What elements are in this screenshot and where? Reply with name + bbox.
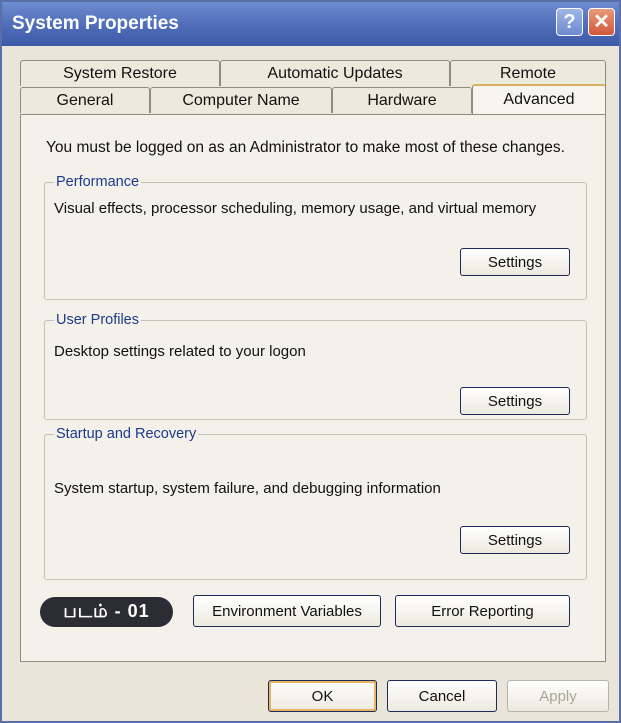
environment-variables-button[interactable]: Environment Variables xyxy=(193,595,381,627)
tab-computer-name[interactable]: Computer Name xyxy=(150,87,332,113)
startup-recovery-description: System startup, system failure, and debu… xyxy=(54,480,441,497)
performance-settings-button[interactable]: Settings xyxy=(460,248,570,276)
help-button[interactable]: ? xyxy=(556,8,583,36)
tab-label: Hardware xyxy=(367,91,437,109)
tab-label: General xyxy=(56,91,114,109)
tab-label: Automatic Updates xyxy=(267,64,403,82)
tab-label: Advanced xyxy=(503,91,575,108)
help-icon: ? xyxy=(563,11,576,33)
button-label: Cancel xyxy=(418,687,466,705)
tab-hardware[interactable]: Hardware xyxy=(332,87,472,113)
cancel-button[interactable]: Cancel xyxy=(387,680,497,712)
startup-recovery-settings-button[interactable]: Settings xyxy=(460,526,570,554)
tab-system-restore[interactable]: System Restore xyxy=(20,60,220,86)
close-button[interactable]: ✕ xyxy=(588,8,615,36)
startup-recovery-group xyxy=(44,434,587,580)
performance-title: Performance xyxy=(54,174,142,190)
figure-badge: படம் - 01 xyxy=(40,597,173,627)
admin-notice: You must be logged on as an Administrato… xyxy=(46,139,565,156)
ok-button[interactable]: OK xyxy=(268,680,377,712)
tab-general[interactable]: General xyxy=(20,87,150,113)
window-title: System Properties xyxy=(12,13,179,34)
apply-button[interactable]: Apply xyxy=(507,680,609,712)
button-label: Error Reporting xyxy=(431,602,534,620)
startup-recovery-title: Startup and Recovery xyxy=(54,426,199,442)
button-label: Settings xyxy=(487,531,543,549)
button-label: Settings xyxy=(487,253,543,271)
user-profiles-description: Desktop settings related to your logon xyxy=(54,343,306,360)
user-profiles-title: User Profiles xyxy=(54,312,141,328)
button-label: Environment Variables xyxy=(212,602,362,620)
tab-remote[interactable]: Remote xyxy=(450,60,606,86)
system-properties-window: System Properties ? ✕ System Restore Aut… xyxy=(0,0,621,723)
performance-description: Visual effects, processor scheduling, me… xyxy=(54,200,537,217)
tab-label: Remote xyxy=(499,64,557,82)
tab-label: System Restore xyxy=(63,64,177,82)
close-icon: ✕ xyxy=(593,11,610,33)
button-label: Apply xyxy=(539,687,577,705)
tab-automatic-updates[interactable]: Automatic Updates xyxy=(220,60,450,86)
tab-advanced[interactable]: Advanced xyxy=(472,84,606,114)
tab-label: Computer Name xyxy=(182,91,300,109)
button-label: OK xyxy=(311,687,334,705)
error-reporting-button[interactable]: Error Reporting xyxy=(395,595,570,627)
user-profiles-settings-button[interactable]: Settings xyxy=(460,387,570,415)
title-bar[interactable]: System Properties ? ✕ xyxy=(2,2,619,46)
button-label: Settings xyxy=(487,392,543,410)
